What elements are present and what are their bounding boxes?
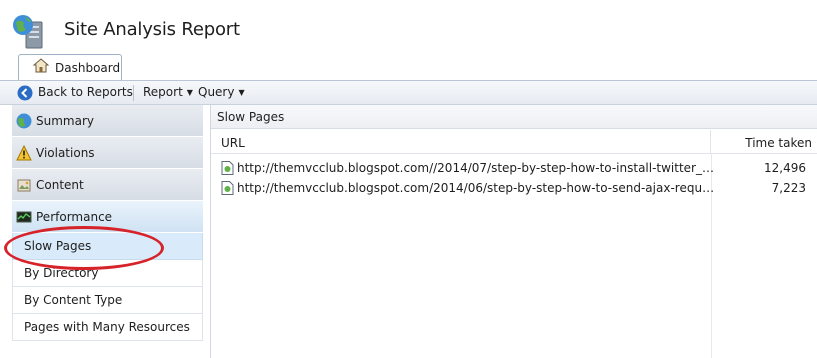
sidebar: Summary Violations Content Performance S…	[12, 105, 203, 345]
page-icon	[221, 161, 234, 175]
sidebar-subitem-label: By Directory	[24, 266, 99, 280]
table-row[interactable]: http://themvcclub.blogspot.com//2014/07/…	[211, 158, 817, 178]
back-to-reports-button[interactable]: Back to Reports	[38, 85, 133, 99]
sidebar-item-label: Summary	[36, 114, 94, 128]
sidebar-item-label: Performance	[36, 210, 113, 224]
toolbar-separator	[133, 85, 134, 101]
sidebar-item-performance[interactable]: Performance	[12, 201, 203, 233]
column-header-url[interactable]: URL	[211, 130, 711, 154]
main-panel: Slow Pages URL Time taken http://themvcc…	[210, 105, 817, 358]
results-grid: URL Time taken http://themvcclub.blogspo…	[211, 130, 817, 358]
sidebar-item-content[interactable]: Content	[12, 169, 203, 201]
chevron-down-icon: ▼	[238, 88, 245, 97]
row-url: http://themvcclub.blogspot.com/2014/06/s…	[237, 181, 717, 195]
column-header-time[interactable]: Time taken	[711, 130, 817, 154]
panel-title: Slow Pages	[217, 110, 285, 124]
report-menu-label: Report	[143, 85, 183, 99]
warning-icon	[16, 145, 32, 161]
sidebar-subitem-label: By Content Type	[24, 293, 123, 307]
panel-title-bar: Slow Pages	[211, 105, 817, 129]
sidebar-subitem-pages-with-many-resources[interactable]: Pages with Many Resources	[12, 314, 203, 341]
sidebar-item-summary[interactable]: Summary	[12, 105, 203, 137]
toolbar: Back to Reports Report ▼ Query ▼	[0, 80, 817, 105]
query-menu-label: Query	[198, 85, 235, 99]
sidebar-item-violations[interactable]: Violations	[12, 137, 203, 169]
row-time: 7,223	[771, 181, 806, 195]
chevron-down-icon: ▼	[186, 88, 193, 97]
column-header-label: URL	[221, 136, 245, 150]
tab-label: Dashboard	[55, 61, 121, 75]
home-icon	[33, 58, 49, 73]
table-row[interactable]: http://themvcclub.blogspot.com/2014/06/s…	[211, 178, 817, 198]
back-arrow-icon[interactable]	[17, 85, 33, 101]
tab-dashboard[interactable]: Dashboard	[18, 54, 122, 81]
performance-icon	[16, 211, 32, 223]
sidebar-subitem-by-content-type[interactable]: By Content Type	[12, 287, 203, 314]
content-icon	[17, 179, 31, 192]
app-title: Site Analysis Report	[64, 19, 240, 40]
sidebar-subitem-by-directory[interactable]: By Directory	[12, 260, 203, 287]
globe-server-icon	[13, 15, 43, 49]
row-url: http://themvcclub.blogspot.com//2014/07/…	[237, 161, 717, 175]
globe-icon	[16, 113, 32, 129]
sidebar-item-label: Violations	[36, 146, 95, 160]
column-header-label: Time taken	[745, 136, 812, 150]
sidebar-subitem-label: Slow Pages	[24, 239, 92, 253]
app-header: Site Analysis Report Dashboard	[0, 0, 817, 81]
row-time: 12,496	[764, 161, 806, 175]
page-icon	[221, 181, 234, 195]
sidebar-item-label: Content	[36, 178, 84, 192]
query-menu[interactable]: Query ▼	[198, 85, 245, 99]
report-menu[interactable]: Report ▼	[143, 85, 193, 99]
sidebar-subitem-slow-pages[interactable]: Slow Pages	[12, 233, 203, 260]
sidebar-subitem-label: Pages with Many Resources	[24, 320, 190, 334]
